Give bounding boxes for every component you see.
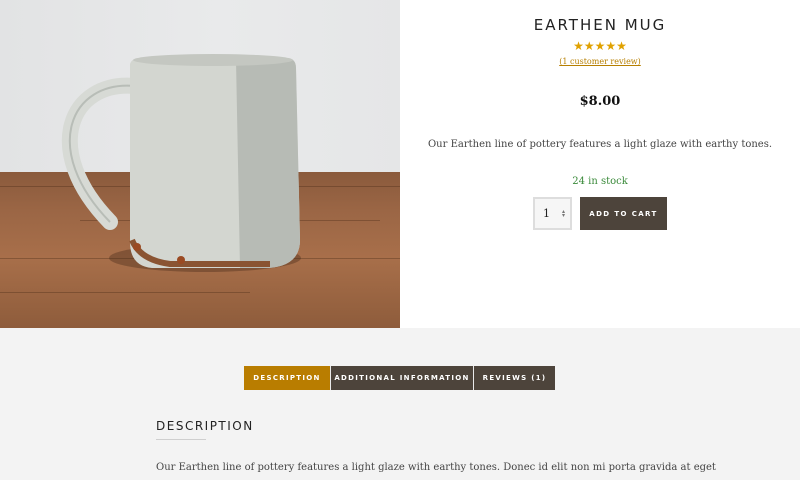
product-title: EARTHEN MUG — [533, 16, 667, 34]
description-heading: DESCRIPTION — [156, 419, 254, 433]
heading-divider — [156, 439, 206, 440]
quantity-value: 1 — [543, 207, 550, 220]
product-details-section: DESCRIPTION ADDITIONAL INFORMATION REVIE… — [0, 328, 800, 480]
tab-description[interactable]: DESCRIPTION — [244, 366, 330, 390]
add-to-cart-button[interactable]: ADD TO CART — [580, 197, 667, 230]
customer-review-link[interactable]: (1 customer review) — [400, 57, 800, 66]
mug-illustration — [62, 54, 301, 272]
spinner-arrows-icon[interactable]: ▴ ▾ — [562, 209, 565, 219]
add-to-cart-form: 1 ▴ ▾ ADD TO CART — [533, 197, 667, 230]
tab-additional-information[interactable]: ADDITIONAL INFORMATION — [330, 366, 473, 390]
star-rating-icon: ★★★★★ — [573, 39, 627, 53]
product-info: EARTHEN MUG ★★★★★ (1 customer review) $8… — [400, 0, 800, 328]
stock-status: 24 in stock — [572, 176, 628, 187]
product-tabs: DESCRIPTION ADDITIONAL INFORMATION REVIE… — [244, 366, 555, 390]
quantity-stepper[interactable]: 1 ▴ ▾ — [533, 197, 572, 230]
product-summary: EARTHEN MUG ★★★★★ (1 customer review) $8… — [0, 0, 800, 328]
product-price: $8.00 — [579, 94, 621, 109]
short-description: Our Earthen line of pottery features a l… — [427, 139, 773, 150]
product-image[interactable] — [0, 0, 400, 328]
description-text: Our Earthen line of pottery features a l… — [156, 462, 716, 473]
tab-reviews[interactable]: REVIEWS (1) — [473, 366, 555, 390]
